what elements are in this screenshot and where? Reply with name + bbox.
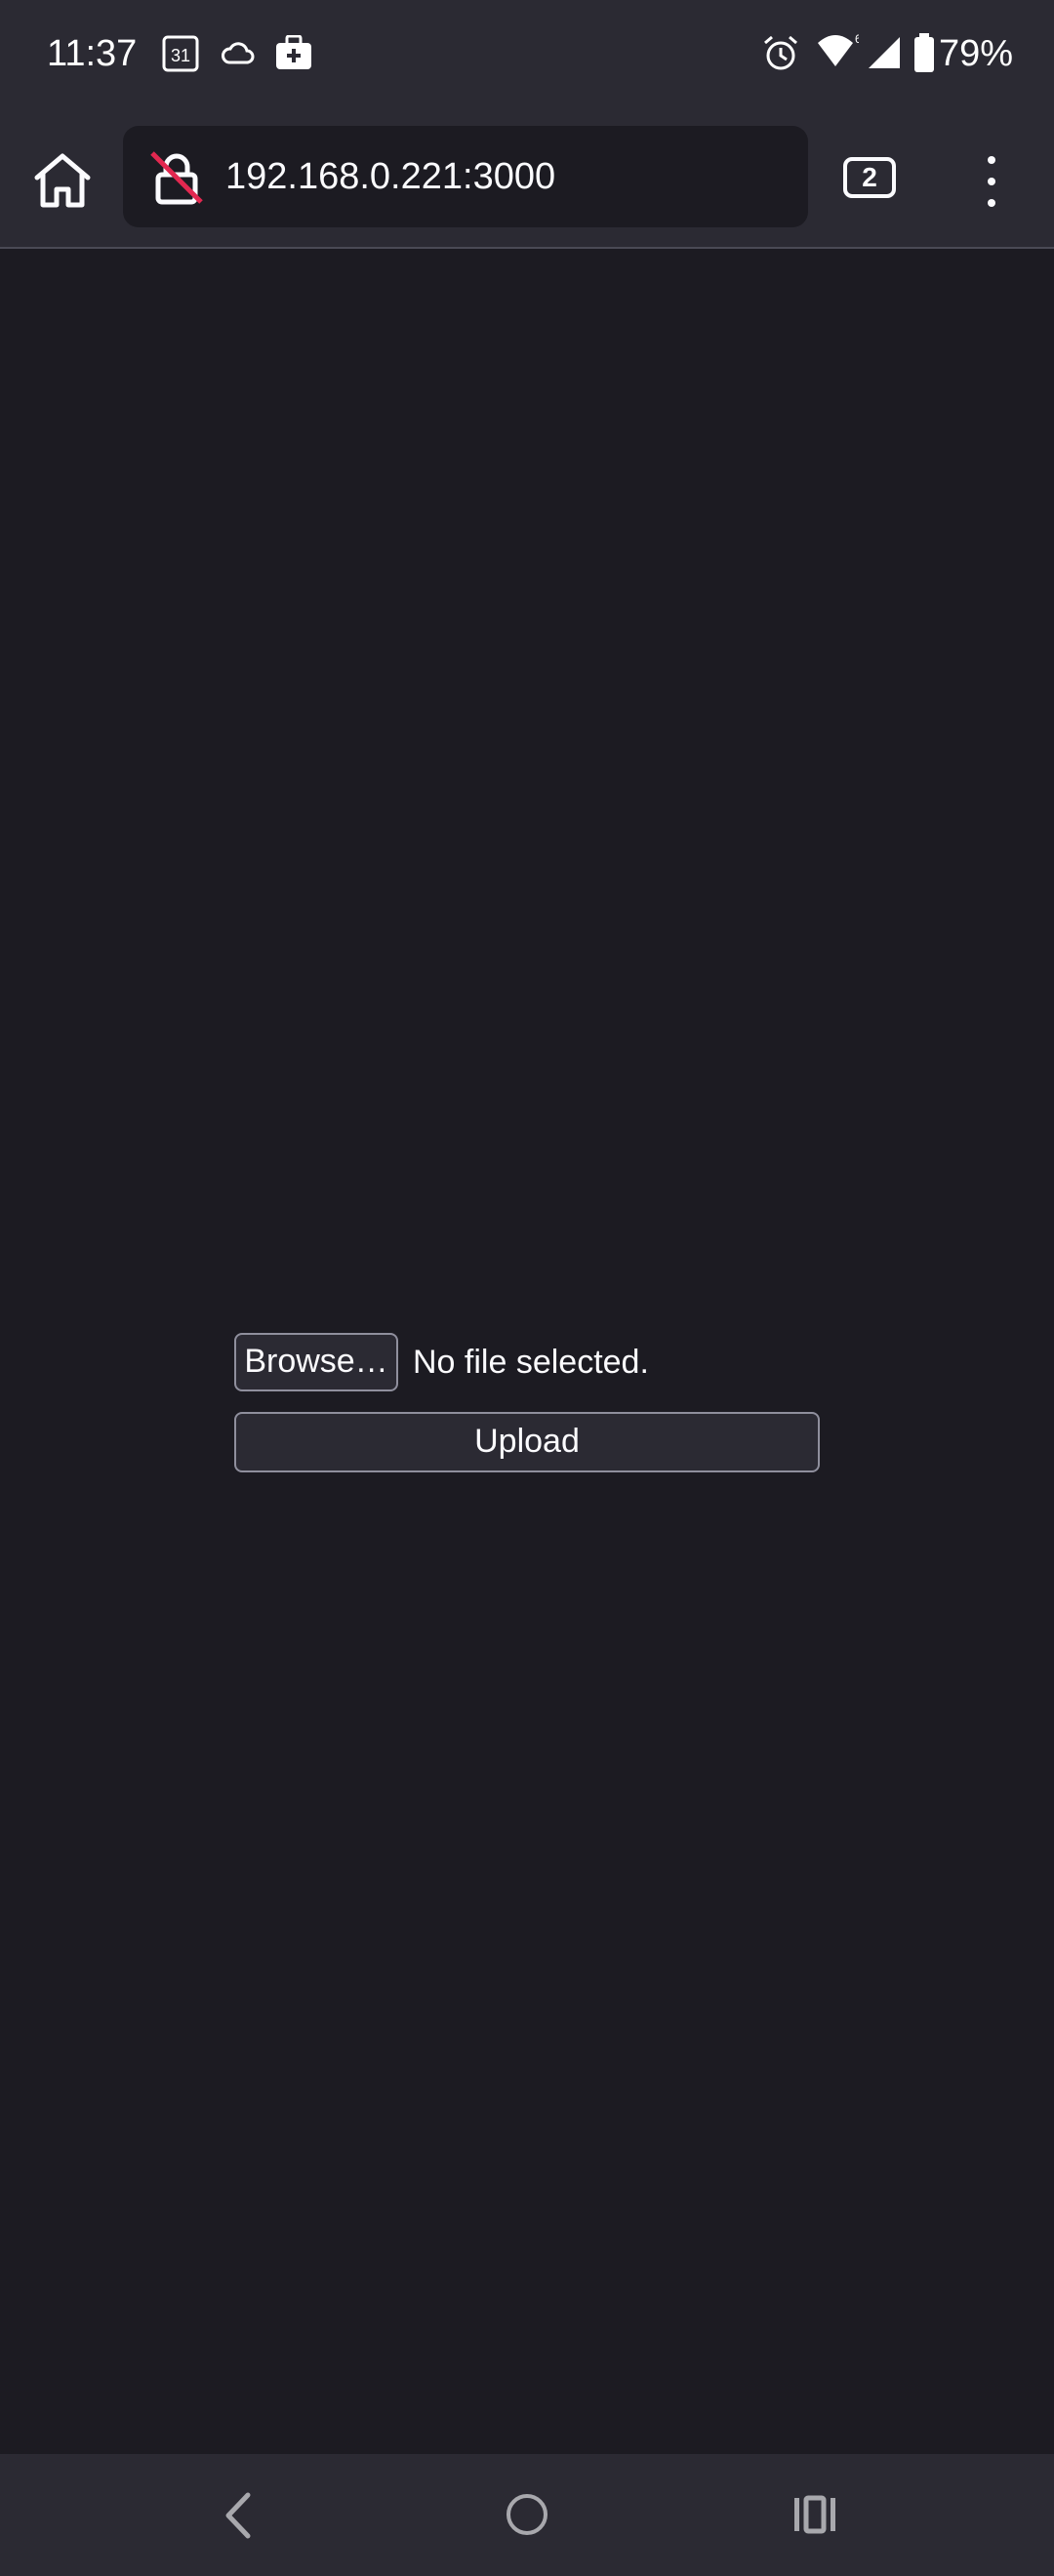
url-bar[interactable]: 192.168.0.221:3000 (123, 126, 808, 227)
file-status-label: No file selected. (413, 1344, 649, 1381)
calendar-day: 31 (171, 46, 190, 65)
recent-apps-icon[interactable] (792, 2495, 837, 2534)
url-text[interactable]: 192.168.0.221:3000 (225, 152, 555, 201)
menu-icon[interactable] (972, 154, 1011, 209)
browse-button[interactable]: Browse… (234, 1333, 398, 1391)
tab-counter-button[interactable]: 2 (843, 157, 896, 198)
wifi-icon: 6 (818, 32, 859, 66)
navigation-bar (0, 2454, 1054, 2576)
browser-toolbar: 192.168.0.221:3000 2 (0, 107, 1054, 249)
briefcase-icon (276, 35, 311, 69)
signal-icon (869, 37, 900, 68)
alarm-icon (764, 35, 797, 70)
status-bar: 11:37 31 6 79% (0, 0, 1054, 107)
upload-button[interactable]: Upload (234, 1412, 820, 1472)
home-circle-icon[interactable] (505, 2492, 549, 2537)
battery-percent: 79% (939, 33, 1014, 74)
cloud-icon (222, 42, 255, 64)
battery-icon (914, 33, 934, 72)
back-icon[interactable] (219, 2491, 258, 2540)
calendar-icon: 31 (162, 35, 199, 72)
insecure-lock-icon[interactable] (148, 149, 205, 206)
svg-text:6: 6 (855, 32, 859, 46)
status-time: 11:37 (47, 33, 138, 74)
home-icon[interactable] (27, 146, 98, 217)
